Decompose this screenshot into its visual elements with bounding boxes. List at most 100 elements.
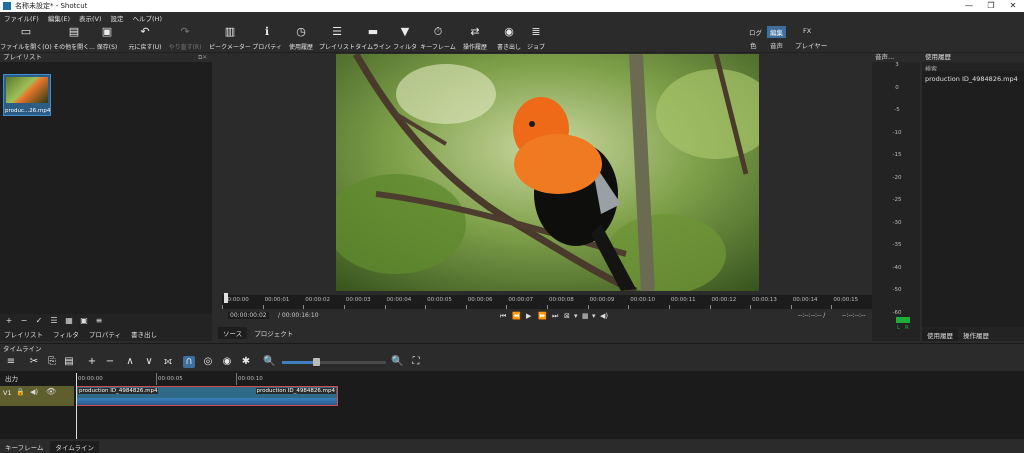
tab-recent[interactable]: 使用履歴: [922, 329, 958, 341]
playlist-list[interactable]: produc...26.mp4: [0, 62, 212, 314]
redo-button[interactable]: ↷ やり直す(R): [167, 25, 203, 51]
layout-editing[interactable]: 編集: [767, 26, 786, 38]
split-icon[interactable]: ⟗: [162, 356, 174, 368]
maximize-button[interactable]: ❐: [980, 0, 1002, 12]
menu-settings[interactable]: 設定: [111, 13, 124, 23]
timeline-playhead[interactable]: [76, 373, 77, 439]
close-button[interactable]: ✕: [1002, 0, 1024, 12]
cut-icon[interactable]: ✂: [28, 356, 40, 368]
remove-icon[interactable]: −: [104, 356, 116, 368]
right-channel-label: R: [905, 325, 909, 331]
mute-icon[interactable]: ◀): [30, 388, 38, 396]
ruler-label: 00:00:06: [467, 297, 493, 303]
tab-properties[interactable]: プロパティ: [85, 328, 125, 339]
minimize-button[interactable]: —: [958, 0, 980, 12]
tab-filters[interactable]: フィルタ: [49, 328, 83, 339]
tab-project[interactable]: プロジェクト: [249, 327, 298, 339]
grid-icon[interactable]: ▦: [582, 312, 589, 320]
meter-scale-label: -10: [892, 129, 902, 136]
layout-fx[interactable]: FX: [800, 26, 814, 36]
video-preview[interactable]: [336, 54, 759, 291]
remove-icon[interactable]: −: [18, 316, 30, 326]
grid-view-icon[interactable]: ▦: [63, 316, 75, 326]
v1-track-header[interactable]: V1 🔒 ◀) 👁: [0, 386, 74, 406]
in-point-field[interactable]: --:--:--:-- /: [798, 312, 825, 319]
zoom-icon[interactable]: ⊠: [564, 312, 570, 320]
menu-file[interactable]: ファイル(F): [4, 13, 39, 23]
list-view-icon[interactable]: ☰: [48, 316, 60, 326]
recent-button[interactable]: ◷ 使用履歴: [287, 25, 315, 51]
tab-keyframes[interactable]: キーフレーム: [0, 441, 48, 453]
layout-logging[interactable]: ログ: [746, 26, 765, 38]
history-list[interactable]: production ID_4984826.mp4: [922, 71, 1024, 327]
eye-icon[interactable]: 👁: [46, 387, 56, 396]
tab-source[interactable]: ソース: [218, 327, 248, 339]
timeline-ruler[interactable]: 00:00:00 00:00:05 00:00:10: [76, 373, 1024, 385]
meter-scale-label: 3: [895, 62, 899, 68]
rewind-icon[interactable]: ⏪: [512, 312, 521, 320]
menu-edit[interactable]: 編集(E): [48, 13, 70, 23]
timeline-button[interactable]: ▬ タイムライン: [355, 25, 391, 51]
out-point-field[interactable]: --:--:--:--: [842, 312, 865, 319]
save-label: 保存(S): [96, 44, 118, 51]
lock-icon[interactable]: 🔒: [16, 388, 25, 396]
menu-help[interactable]: ヘルプ(H): [133, 13, 162, 23]
append-icon[interactable]: +: [86, 356, 98, 368]
layout-color[interactable]: 色: [747, 39, 760, 51]
zoom-out-icon[interactable]: 🔍: [263, 356, 275, 368]
ruler-label: 00:00:11: [670, 297, 696, 303]
ripple-all-icon[interactable]: ✱: [240, 356, 252, 368]
grid-dropdown-icon[interactable]: ▾: [592, 312, 596, 320]
play-icon[interactable]: ▶: [526, 312, 531, 320]
fast-forward-icon[interactable]: ⏩: [538, 312, 547, 320]
layout-player[interactable]: プレイヤー: [792, 39, 830, 51]
playlist-item[interactable]: produc...26.mp4: [3, 74, 51, 116]
volume-icon[interactable]: ◀): [600, 312, 608, 320]
jobs-button[interactable]: ≣ ジョブ: [527, 25, 545, 51]
check-icon[interactable]: ✓: [33, 316, 45, 326]
player-playhead[interactable]: [224, 293, 228, 303]
zoom-fit-icon[interactable]: ⛶: [410, 356, 422, 368]
save-button[interactable]: ▣ 保存(S): [96, 25, 118, 51]
open-other-button[interactable]: ▤ その他を開く...: [53, 25, 95, 51]
action-history-button[interactable]: ⇄ 操作履歴: [461, 25, 489, 51]
paste-icon[interactable]: ▤: [63, 356, 75, 368]
snap-icon[interactable]: ∩: [183, 356, 195, 368]
undo-button[interactable]: ↶ 元に戻す(U): [127, 25, 163, 51]
scrub-icon[interactable]: ◎: [202, 356, 214, 368]
history-item[interactable]: production ID_4984826.mp4: [922, 71, 1024, 87]
add-icon[interactable]: +: [3, 316, 15, 326]
clip-label-end: production ID_4984826.mp4: [255, 388, 336, 394]
skip-next-icon[interactable]: ⏭: [552, 312, 558, 321]
video-clip[interactable]: production ID_4984826.mp4 production ID_…: [76, 386, 338, 406]
dock-controls-icon[interactable]: ⧉✕: [198, 54, 207, 62]
export-button[interactable]: ◉ 書き出し: [495, 25, 523, 51]
filter-icon: ▼: [400, 25, 410, 38]
layout-audio[interactable]: 音声: [767, 39, 786, 51]
properties-button[interactable]: ℹ プロパティ: [252, 25, 282, 51]
copy-icon[interactable]: ⎘: [46, 356, 58, 368]
overwrite-icon[interactable]: ∨: [143, 356, 155, 368]
tab-playlist[interactable]: プレイリスト: [0, 328, 47, 339]
filters-button[interactable]: ▼ フィルタ: [393, 25, 417, 51]
menu-icon[interactable]: ≡: [5, 356, 17, 368]
tab-action-history[interactable]: 操作履歴: [958, 329, 994, 341]
player-timecode-ruler[interactable]: 00:00:00 00:00:01 00:00:02 00:00:03 00:00:04…: [222, 295, 872, 309]
playlist-button[interactable]: ☰ プレイリスト: [319, 25, 355, 51]
menu-view[interactable]: 表示(V): [79, 13, 102, 23]
keyframes-button[interactable]: ⏱ キーフレーム: [420, 25, 455, 51]
zoom-in-icon[interactable]: 🔍: [391, 356, 403, 368]
tab-timeline[interactable]: タイムライン: [50, 441, 99, 453]
zoom-dropdown-icon[interactable]: ▾: [574, 312, 578, 320]
menu-icon[interactable]: ≡: [93, 316, 105, 326]
peak-meter-button[interactable]: ▥ ピークメーター: [209, 25, 251, 51]
skip-previous-icon[interactable]: ⏮: [500, 312, 506, 321]
ripple-icon[interactable]: ◉: [221, 356, 233, 368]
timeline-zoom-handle[interactable]: [313, 358, 321, 366]
transport-bar: 00:00:00:02 / 00:00:16:10 ⏮ ⏪ ▶ ⏩ ⏭ ⊠ ▾ …: [214, 311, 920, 324]
tab-export[interactable]: 書き出し: [127, 328, 161, 339]
open-file-button[interactable]: ▭ ファイルを開く(O): [0, 25, 51, 51]
lift-icon[interactable]: ∧: [124, 356, 136, 368]
current-time-field[interactable]: 00:00:00:02: [228, 312, 269, 319]
tiles-view-icon[interactable]: ▣: [78, 316, 90, 326]
